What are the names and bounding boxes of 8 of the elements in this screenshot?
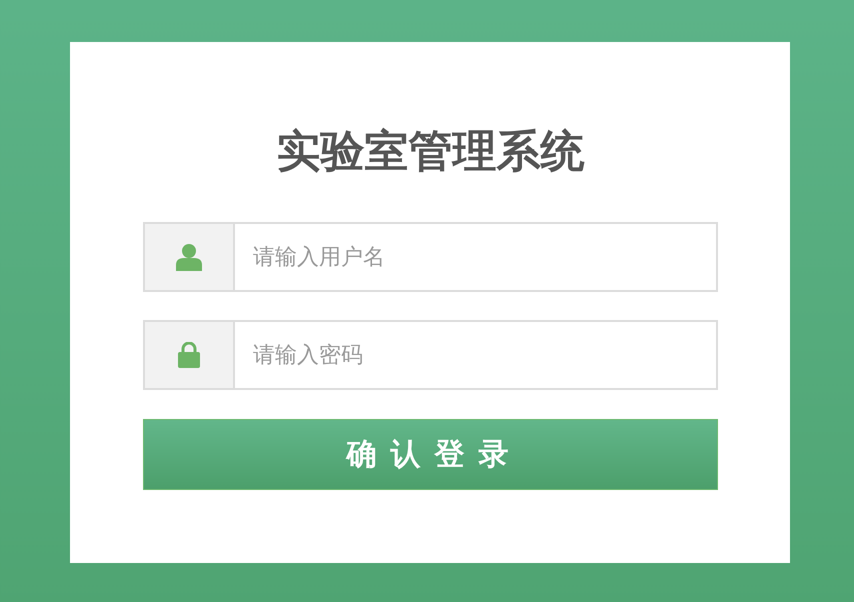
text-input[interactable]: 请输入用户名 [235, 224, 716, 290]
input-field[interactable]: 请输入用户名 [143, 222, 718, 292]
input-field[interactable]: 请输入密码 [143, 320, 718, 390]
login-button[interactable]: 确认登录 [143, 419, 718, 490]
lock-icon [178, 342, 200, 368]
user-icon [176, 243, 202, 271]
system-title: 实验室管理系统 [276, 125, 586, 179]
text-input[interactable]: 请输入密码 [235, 322, 716, 388]
